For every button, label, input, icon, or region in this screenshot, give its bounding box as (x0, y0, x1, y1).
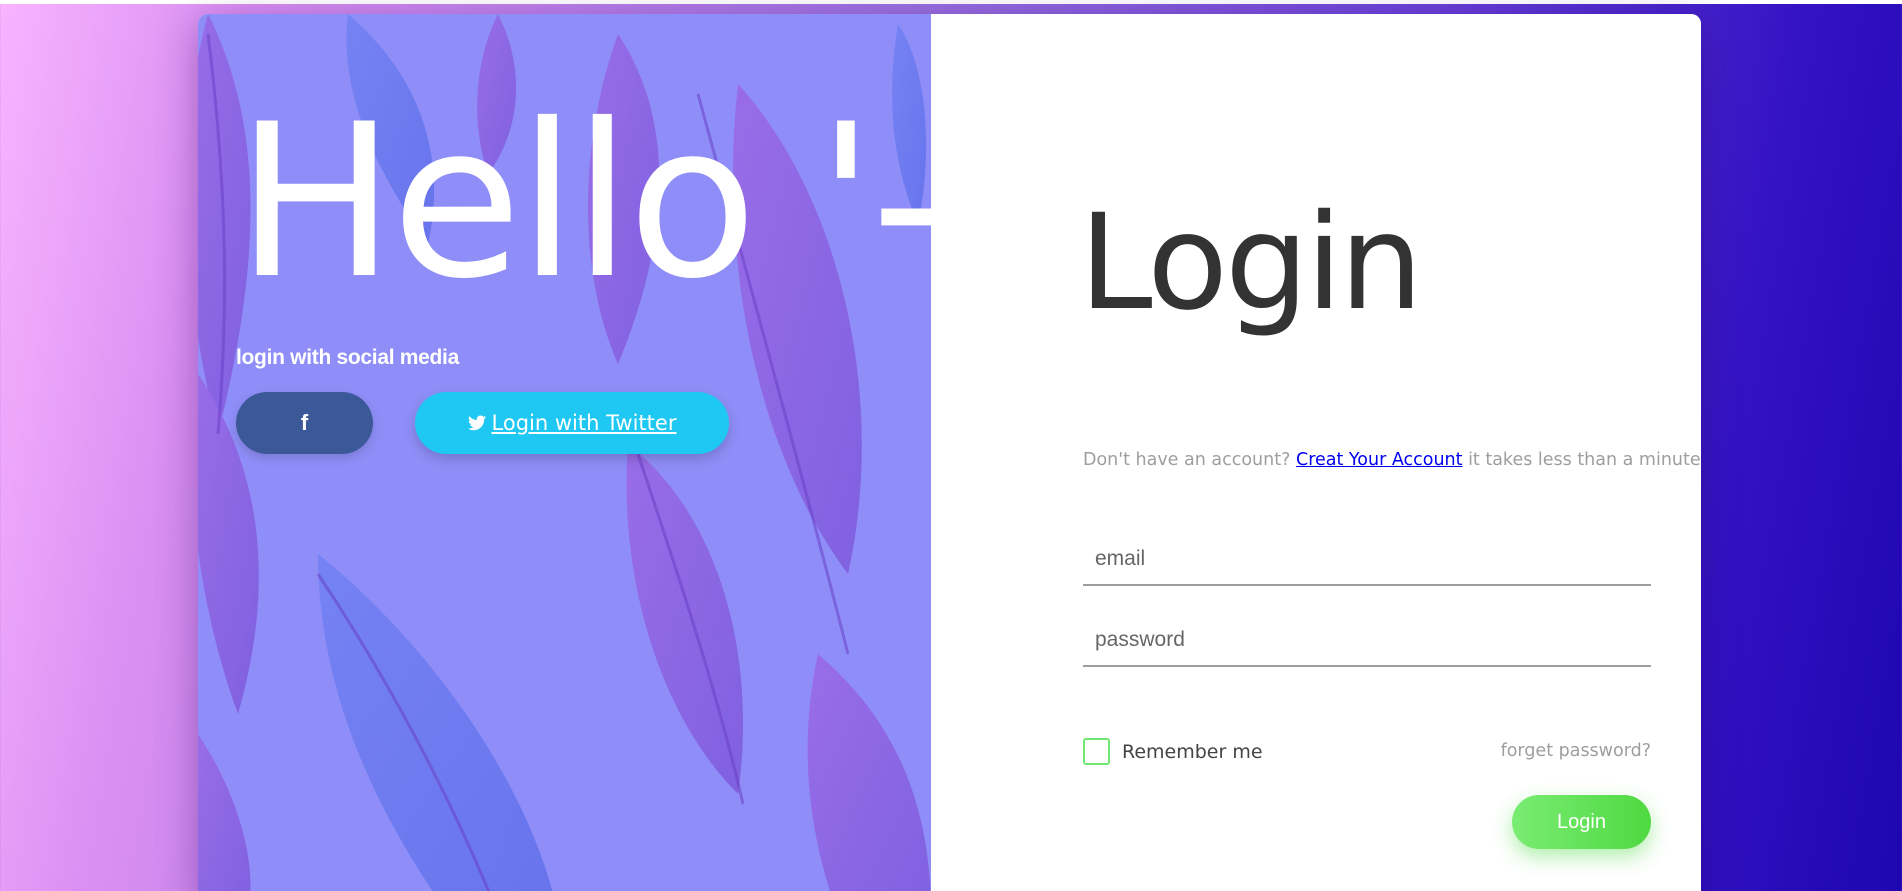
remember-me-label: Remember me (1122, 740, 1263, 763)
hero-panel: Hello '-' login with social media f Logi… (198, 14, 931, 891)
login-card: Hello '-' login with social media f Logi… (198, 14, 1701, 891)
login-submit-button[interactable]: Login (1512, 795, 1651, 849)
twitter-login-button[interactable]: Login with Twitter (415, 392, 729, 454)
login-form-panel: Login Don't have an account? Creat Your … (931, 14, 1701, 891)
password-field[interactable] (1083, 614, 1651, 667)
signup-prefix: Don't have an account? (1083, 450, 1296, 470)
email-field[interactable] (1083, 533, 1651, 586)
remember-me-toggle[interactable]: Remember me (1083, 738, 1263, 765)
forgot-password-link[interactable]: forget password? (1501, 741, 1651, 761)
signup-suffix: it takes less than a minute (1462, 450, 1701, 470)
hero-greeting: Hello '-' (236, 78, 931, 325)
remember-me-checkbox[interactable] (1083, 738, 1110, 765)
social-login-caption: login with social media (236, 346, 459, 369)
top-strip (0, 0, 1902, 4)
page-title: Login (1079, 186, 1423, 340)
facebook-icon: f (300, 410, 309, 435)
create-account-link[interactable]: Creat Your Account (1296, 450, 1463, 470)
twitter-icon (467, 415, 486, 431)
facebook-login-button[interactable]: f (236, 392, 373, 454)
twitter-login-label: Login with Twitter (491, 411, 677, 435)
signup-prompt: Don't have an account? Creat Your Accoun… (1083, 450, 1701, 470)
